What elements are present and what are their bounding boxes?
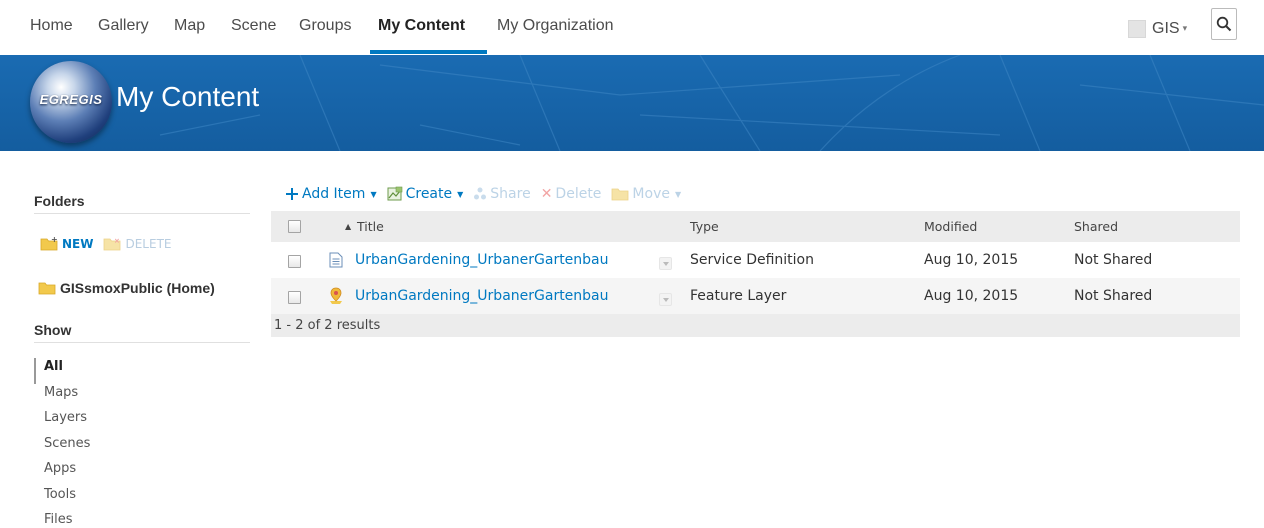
new-folder-button[interactable]: + NEW [40, 236, 93, 251]
folder-icon [38, 282, 56, 295]
row-options-icon[interactable] [659, 257, 672, 270]
column-header-modified[interactable]: Modified [924, 211, 977, 242]
show-item-apps[interactable]: Apps [34, 460, 90, 486]
folder-actions: + NEW × DELETE [40, 236, 182, 251]
item-shared: Not Shared [1074, 252, 1153, 268]
content-toolbar: Add Item ▼ Create ▼ Share ✕ Delete Move … [285, 182, 691, 206]
share-label: Share [490, 186, 531, 202]
user-menu[interactable]: GIS ▾ [1128, 18, 1187, 40]
delete-folder-icon: × [104, 237, 121, 251]
svg-text:+: + [51, 236, 58, 244]
item-modified: Aug 10, 2015 [924, 288, 1019, 304]
share-button[interactable]: Share [473, 186, 531, 202]
feature-layer-icon [330, 287, 342, 304]
show-item-all[interactable]: All [34, 358, 90, 384]
show-item-layers[interactable]: Layers [34, 409, 90, 435]
delete-button[interactable]: ✕ Delete [541, 186, 602, 202]
add-item-button[interactable]: Add Item ▼ [285, 186, 377, 202]
item-title-link[interactable]: UrbanGardening_UrbanerGartenbau [355, 278, 609, 314]
nav-map[interactable]: Map [174, 17, 205, 35]
row-options-icon[interactable] [659, 293, 672, 306]
sort-ascending-icon: ▲ [345, 222, 352, 231]
home-folder-label: GISsmoxPublic (Home) [60, 280, 215, 296]
delete-folder-label: DELETE [125, 236, 172, 251]
table-header: ▲ Title Type Modified Shared [271, 211, 1240, 242]
folder-home[interactable]: GISsmoxPublic (Home) [38, 280, 215, 296]
move-label: Move [632, 186, 670, 202]
content-table: ▲ Title Type Modified Shared UrbanGarden… [271, 211, 1240, 337]
page-banner: EGREGIS My Content [0, 55, 1264, 151]
close-icon: ✕ [540, 186, 553, 202]
page-title: My Content [116, 81, 260, 112]
search-icon [1216, 16, 1232, 32]
nav-my-organization[interactable]: My Organization [497, 17, 614, 35]
active-nav-indicator [370, 50, 487, 54]
delete-label: Delete [555, 186, 602, 202]
chevron-down-icon: ▾ [1182, 24, 1188, 34]
new-folder-label: NEW [62, 236, 94, 251]
folders-heading: Folders [34, 193, 250, 214]
nav-home[interactable]: Home [30, 17, 73, 35]
svg-text:×: × [114, 237, 120, 245]
nav-my-content[interactable]: My Content [378, 17, 465, 35]
move-folder-icon [612, 188, 629, 201]
share-icon [474, 187, 487, 200]
column-header-type[interactable]: Type [690, 211, 719, 242]
row-checkbox[interactable] [288, 255, 301, 268]
plus-icon [286, 188, 298, 200]
results-count: 1 - 2 of 2 results [271, 314, 1240, 337]
nav-groups[interactable]: Groups [299, 17, 351, 35]
column-header-shared[interactable]: Shared [1074, 211, 1118, 242]
item-type: Feature Layer [690, 288, 787, 304]
add-item-label: Add Item [302, 186, 366, 202]
user-avatar-icon [1128, 20, 1146, 38]
create-map-icon [387, 186, 402, 201]
nav-gallery[interactable]: Gallery [98, 17, 149, 35]
top-navigation: Home Gallery Map Scene Groups My Content… [0, 0, 1264, 55]
row-checkbox[interactable] [288, 291, 301, 304]
create-button[interactable]: Create ▼ [387, 186, 464, 202]
logo-text: EGREGIS [39, 92, 103, 107]
show-item-files[interactable]: Files [34, 511, 90, 528]
table-row: UrbanGardening_UrbanerGartenbau Service … [271, 242, 1240, 278]
item-modified: Aug 10, 2015 [924, 252, 1019, 268]
organization-logo: EGREGIS [30, 61, 112, 143]
item-shared: Not Shared [1074, 288, 1153, 304]
item-type: Service Definition [690, 252, 814, 268]
chevron-down-icon: ▼ [370, 189, 377, 199]
chevron-down-icon: ▼ [674, 189, 682, 199]
show-item-scenes[interactable]: Scenes [34, 435, 90, 461]
delete-folder-button[interactable]: × DELETE [103, 236, 172, 251]
show-filter-list: All Maps Layers Scenes Apps Tools Files [34, 358, 90, 528]
item-title-link[interactable]: UrbanGardening_UrbanerGartenbau [355, 242, 609, 278]
create-label: Create [405, 186, 453, 202]
table-row: UrbanGardening_UrbanerGartenbau Feature … [271, 278, 1240, 314]
search-button[interactable] [1211, 8, 1237, 40]
user-name: GIS [1152, 20, 1180, 37]
show-item-tools[interactable]: Tools [34, 486, 90, 512]
nav-scene[interactable]: Scene [231, 17, 276, 35]
select-all-checkbox[interactable] [288, 220, 301, 233]
document-icon [329, 252, 343, 268]
new-folder-icon: + [40, 236, 58, 251]
move-button[interactable]: Move ▼ [611, 186, 681, 202]
column-header-title[interactable]: Title [357, 211, 384, 242]
show-item-maps[interactable]: Maps [34, 384, 90, 410]
chevron-down-icon: ▼ [457, 189, 464, 199]
show-heading: Show [34, 322, 250, 343]
